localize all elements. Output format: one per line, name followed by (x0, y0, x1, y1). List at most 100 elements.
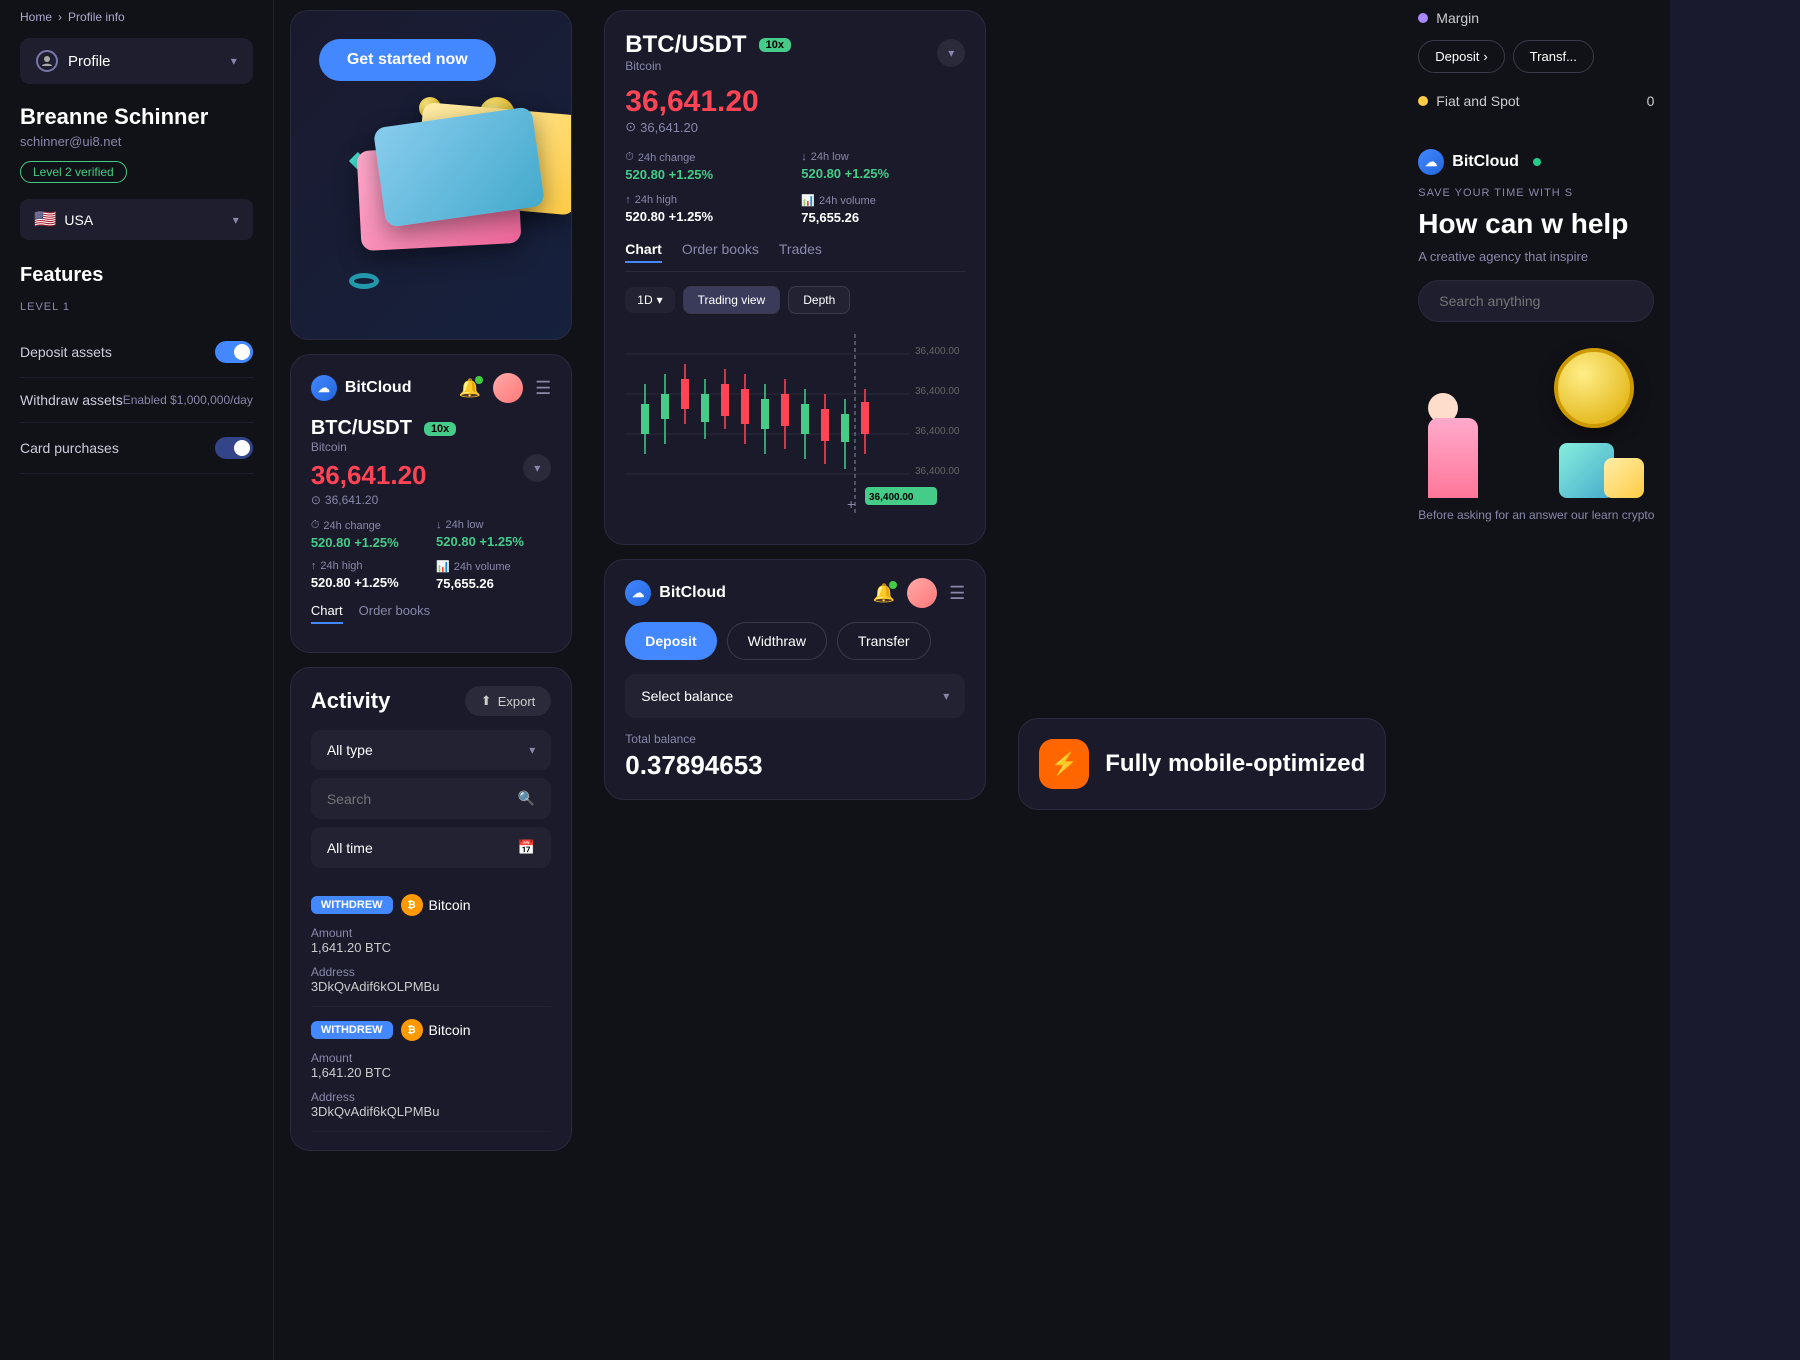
bitcoin-label: Bitcoin (429, 1022, 471, 1038)
withdraw-button[interactable]: Widthraw (727, 622, 827, 660)
svg-text:36,400.00: 36,400.00 (915, 386, 960, 397)
feature-withdraw: Withdraw assets Enabled $1,000,000/day (20, 378, 253, 423)
transaction-row: WITHDREW ₿ Bitcoin Amount 1,641.20 BTC A… (311, 1007, 551, 1132)
bitcloud-mobile-card: ☁ BitCloud 🔔 ☰ BTC/USDT 10x (290, 354, 572, 653)
timeframe-button[interactable]: 1D ▾ (625, 287, 674, 313)
search-anything-input[interactable] (1439, 293, 1633, 309)
price-big: 36,641.20 (311, 460, 456, 491)
search-input[interactable] (327, 791, 508, 807)
coin-subtitle: Bitcoin (311, 440, 456, 454)
transfer-button[interactable]: Transfer (837, 622, 931, 660)
tab-chart[interactable]: Chart (625, 241, 662, 263)
fiat-spot-row: Fiat and Spot 0 (1418, 93, 1654, 109)
bitcoin-badge: ₿ Bitcoin (401, 894, 471, 916)
fiat-dot-icon (1418, 96, 1428, 106)
balance-dropdown[interactable]: Select balance ▾ (625, 674, 965, 718)
user-avatar[interactable] (493, 373, 523, 403)
tab-chart[interactable]: Chart (311, 603, 343, 624)
low-value: 520.80 +1.25% (436, 534, 551, 549)
profile-dropdown[interactable]: Profile ▾ (20, 38, 253, 84)
card-illustration (319, 97, 543, 319)
svg-text:36,400.00: 36,400.00 (915, 346, 960, 357)
bitcloud-logo: ☁ BitCloud (625, 580, 726, 606)
margin-label: Margin (1418, 10, 1654, 26)
type-filter-dropdown[interactable]: All type ▾ (311, 730, 551, 770)
tab-order-books[interactable]: Order books (682, 241, 759, 263)
torus-icon (349, 273, 379, 289)
trading-price-sub: ⊙ 36,641.20 (625, 119, 965, 135)
time-filter[interactable]: All time 📅 (311, 827, 551, 868)
type-filter-label: All type (327, 742, 373, 758)
pair-title: BTC/USDT (311, 417, 412, 440)
trading-low-val: 520.80 +1.25% (801, 166, 965, 181)
bitcoin-badge: ₿ Bitcoin (401, 1019, 471, 1041)
menu-icon[interactable]: ☰ (535, 378, 551, 399)
chevron-down-icon: ▾ (943, 689, 949, 703)
notification-icon[interactable]: 🔔 (459, 378, 481, 399)
deposit-pill-button[interactable]: Deposit › (1418, 40, 1504, 73)
feature-deposit-name: Deposit assets (20, 344, 112, 360)
get-started-button[interactable]: Get started now (319, 39, 496, 81)
depth-button[interactable]: Depth (788, 286, 850, 314)
user-avatar[interactable] (907, 578, 937, 608)
fiat-value: 0 (1647, 93, 1655, 109)
bc-icons-right: 🔔 ☰ (459, 373, 552, 403)
trading-chart-card: BTC/USDT 10x Bitcoin ▾ 36,641.20 ⊙ 36,64… (604, 10, 986, 545)
character-body-icon (1428, 418, 1478, 498)
save-time-label: SAVE YOUR TIME WITH S (1418, 187, 1654, 199)
price-sub-val: 36,641.20 (325, 493, 378, 507)
chevron-right-icon: › (1483, 49, 1487, 64)
svg-text:36,400.00: 36,400.00 (869, 492, 914, 503)
low-label: ↓ 24h low (436, 519, 551, 531)
mobile-banner: ⚡ Fully mobile-optimized (1018, 718, 1386, 810)
mobile-optimized-text: Fully mobile-optimized (1105, 750, 1365, 778)
breadcrumb-current: Profile info (68, 10, 125, 24)
breadcrumb-home[interactable]: Home (20, 10, 52, 24)
chart-tabs: Chart Order books (311, 603, 551, 624)
volume-value: 75,655.26 (436, 576, 551, 591)
pair-chevron-button[interactable]: ▾ (523, 454, 551, 482)
trading-view-button[interactable]: Trading view (683, 286, 781, 314)
tab-order-books[interactable]: Order books (359, 603, 431, 624)
address-value: 3DkQvAdif6kOLPMBu (311, 979, 440, 994)
profile-icon (36, 50, 58, 72)
feature-withdraw-name: Withdraw assets (20, 392, 123, 408)
search-anything-bar[interactable] (1418, 280, 1654, 322)
trading-tab-row: Chart Order books Trades (625, 241, 965, 272)
withdrew-badge: WITHDREW (311, 896, 393, 914)
svg-text:36,400.00: 36,400.00 (915, 466, 960, 477)
breadcrumb: Home › Profile info (20, 10, 253, 24)
btc-icon: ₿ (401, 894, 423, 916)
deposit-button[interactable]: Deposit (625, 622, 716, 660)
amount-label: Amount (311, 1051, 391, 1065)
export-button[interactable]: ⬆ Export (465, 686, 551, 716)
country-select[interactable]: 🇺🇸 USA ▾ (20, 199, 253, 240)
tab-trades[interactable]: Trades (779, 241, 822, 263)
feature-withdraw-value: Enabled $1,000,000/day (123, 393, 253, 407)
trading-chevron-button[interactable]: ▾ (937, 39, 965, 67)
notification-icon[interactable]: 🔔 (873, 583, 895, 604)
bitcloud-right-panel: Margin Deposit › Transf... Fiat and Spot… (1402, 0, 1670, 1360)
chevron-down-icon: ▾ (233, 213, 239, 227)
bar-chart-icon: 📊 (436, 560, 450, 573)
export-icon: ⬆ (481, 693, 492, 709)
deposit-label: Deposit (1435, 49, 1479, 64)
activity-panel: Get started now ☁ BitCloud 🔔 (274, 0, 588, 1360)
transfer-label: Transf... (1530, 49, 1577, 64)
deposit-toggle[interactable] (215, 341, 253, 363)
total-balance-label: Total balance (625, 732, 965, 746)
price-sub: ⊙ 36,641.20 (311, 493, 456, 507)
card-toggle[interactable] (215, 437, 253, 459)
balance-select-label: Select balance (641, 688, 733, 704)
feature-deposit: Deposit assets (20, 327, 253, 378)
transfer-pill-button[interactable]: Transf... (1513, 40, 1594, 73)
bc-right-logo-icon: ☁ (1418, 149, 1444, 175)
notification-dot (475, 376, 483, 384)
country-name: USA (64, 212, 93, 228)
amount-value: 1,641.20 BTC (311, 940, 391, 955)
menu-icon[interactable]: ☰ (949, 583, 965, 604)
bc-right-name: BitCloud (1452, 153, 1519, 171)
search-bar[interactable]: 🔍 (311, 778, 551, 819)
chevron-down-icon: ▾ (657, 293, 663, 307)
fiat-label: Fiat and Spot (1436, 93, 1519, 109)
